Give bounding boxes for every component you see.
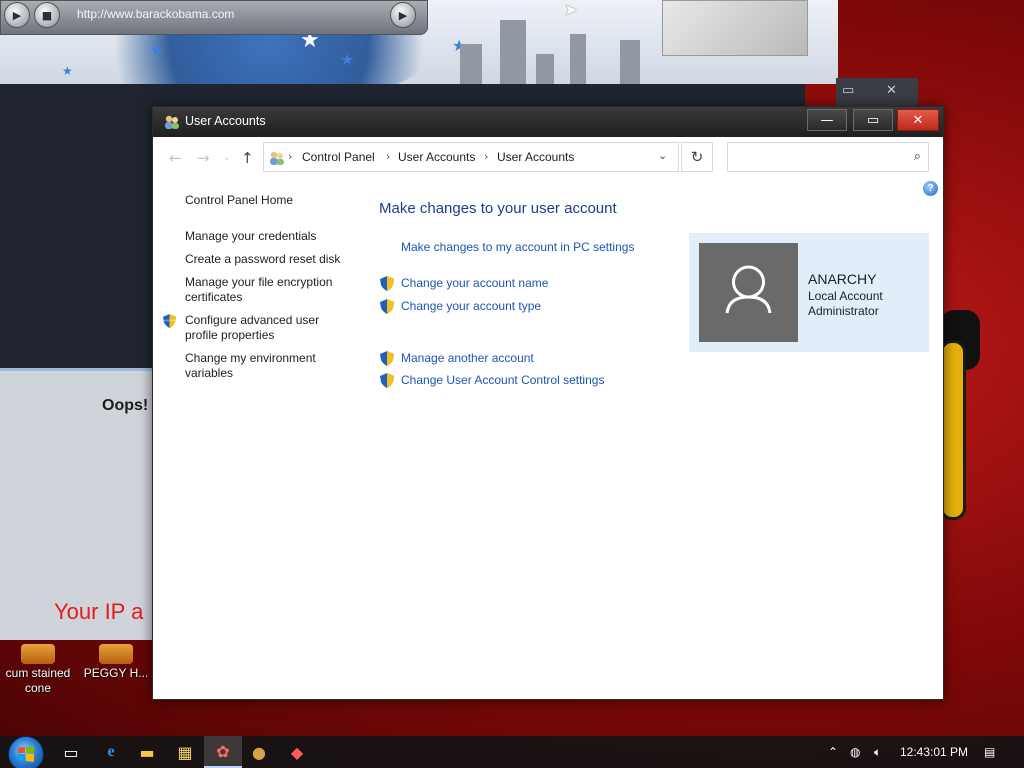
change-account-type-link[interactable]: Change your account type [401,299,541,313]
app-bag-icon[interactable]: ● [240,736,278,768]
clock[interactable]: 12:43:01 PM [900,745,968,759]
uac-shield-icon [380,299,394,314]
account-card: ANARCHY Local Account Administrator [689,233,929,352]
search-input[interactable]: ⌕ [727,142,929,172]
uac-shield-icon [380,373,394,388]
uac-shield-icon [163,314,176,328]
back-arrow-icon[interactable]: ← [169,149,182,167]
stop-button[interactable]: ■ [34,2,60,28]
maximize-icon[interactable]: ▭ [842,83,854,98]
breadcrumb-item[interactable]: User Accounts [398,150,475,164]
uac-shield-icon [380,276,394,291]
users-icon [270,151,284,165]
minimize-button[interactable]: — [807,109,847,131]
user-accounts-window: User Accounts — ▭ ✕ ← → ⌄ ↑ › Control Pa… [152,106,944,700]
users-icon [165,115,179,129]
uac-settings-link[interactable]: Change User Account Control settings [401,373,604,387]
breadcrumb-item[interactable]: Control Panel [302,150,375,164]
advanced-profile-link[interactable]: Configure advanced user profile properti… [185,313,345,343]
chevron-down-icon[interactable]: ⌄ [658,149,667,162]
background-error-window: Oops! Your IP a [0,368,154,640]
address-row: ← → ⌄ ↑ › Control Panel › User Accounts … [153,137,943,177]
file-encryption-link[interactable]: Manage your file encryption certificates [185,275,345,305]
media-toolbar: ▶ ■ http://www.barackobama.com ▶ [0,0,428,35]
chevron-right-icon[interactable]: › [484,150,488,163]
environment-variables-link[interactable]: Change my environment variables [185,351,345,381]
star-icon: ★ [62,64,73,78]
refresh-button[interactable]: ↻ [681,142,713,172]
background-browser-window: ★ ★ ★ ★ ★ ▶ ■ http://www.barackobama.com… [0,0,838,84]
close-icon[interactable]: ✕ [886,83,897,98]
star-icon: ★ [150,40,165,59]
notification-icon[interactable]: ▤ [984,736,995,768]
task-view-icon[interactable]: ▭ [52,736,90,768]
account-name: ANARCHY [808,271,877,287]
address-bar[interactable]: › Control Panel › User Accounts › User A… [263,142,679,172]
error-ip-text: Your IP a [54,599,144,624]
volume-icon[interactable]: 🔈︎ [874,736,881,768]
window-title: User Accounts [185,114,266,128]
control-panel-home-link[interactable]: Control Panel Home [185,193,345,208]
city-skyline-graphic [440,20,660,84]
breadcrumb-item[interactable]: User Accounts [497,150,574,164]
close-button[interactable]: ✕ [897,109,939,131]
file-explorer-icon[interactable]: ▬ [128,736,166,768]
network-icon[interactable]: ◍ [850,736,860,768]
maximize-button[interactable]: ▭ [853,109,893,131]
title-bar[interactable]: User Accounts — ▭ ✕ [153,107,943,137]
play-button[interactable]: ▶ [4,2,30,28]
chevron-right-icon[interactable]: › [288,150,292,163]
user-silhouette-icon [725,265,772,314]
star-icon: ★ [340,50,355,69]
forward-arrow-icon[interactable]: → [197,149,210,167]
app-icon[interactable]: ◆ [278,736,316,768]
desktop-icon[interactable]: PEGGY H... [78,644,154,681]
search-icon: ⌕ [913,149,921,164]
taskbar: ▭ e ▬ ▦ ✿ ● ◆ ⌃ ◍ 🔈︎ 12:43:01 PM ▤ [0,736,1024,768]
mouse-cursor-icon: ➤ [564,0,578,19]
pc-settings-link[interactable]: Make changes to my account in PC setting… [401,240,634,254]
recent-locations-icon[interactable]: ⌄ [223,153,231,163]
account-type: Local Account [808,289,883,303]
show-hidden-icons-icon[interactable]: ⌃ [828,736,838,768]
password-reset-disk-link[interactable]: Create a password reset disk [185,252,345,267]
chevron-right-icon[interactable]: › [386,150,390,163]
uac-shield-icon [380,351,394,366]
desktop-icon-label: cum stained cone [5,666,71,695]
manage-another-account-link[interactable]: Manage another account [401,351,534,365]
help-icon[interactable]: ? [923,181,938,196]
avatar [699,243,798,342]
store-icon[interactable]: ▦ [166,736,204,768]
error-heading: Oops! [102,397,149,414]
desktop-shortcut-icon [21,644,55,664]
browser-url: http://www.barackobama.com [77,7,235,21]
manage-credentials-link[interactable]: Manage your credentials [185,229,345,244]
change-account-name-link[interactable]: Change your account name [401,276,548,290]
account-role: Administrator [808,304,879,318]
desktop-icon[interactable]: cum stained cone [0,644,76,696]
desktop-shortcut-icon [99,644,133,664]
desktop-icon-label: PEGGY H... [83,666,149,680]
forward-button[interactable]: ▶ [390,2,416,28]
app-active-icon[interactable]: ✿ [204,736,242,768]
windows-logo-icon [18,746,34,762]
start-button[interactable] [8,736,44,768]
page-title: Make changes to your user account [379,200,617,217]
background-window-controls: ▭ ✕ [836,78,918,106]
browser-page-photo [662,0,808,56]
internet-explorer-icon[interactable]: e [92,736,130,768]
up-arrow-icon[interactable]: ↑ [241,149,254,167]
